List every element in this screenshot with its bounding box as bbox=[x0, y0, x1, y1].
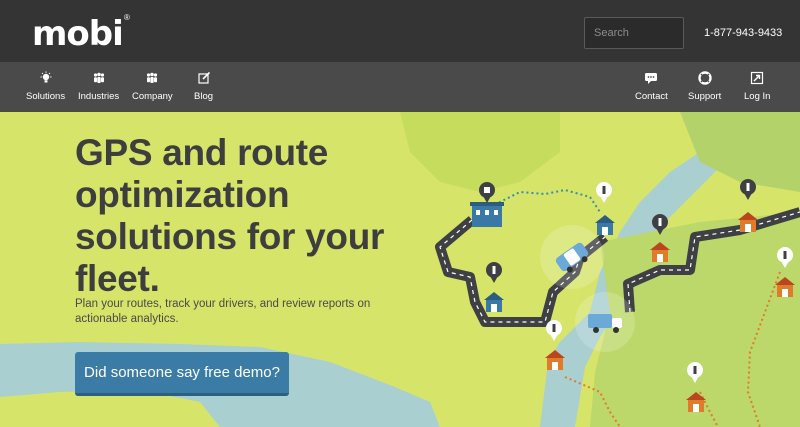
nav-item-company[interactable]: Company bbox=[132, 62, 173, 112]
top-bar: mobi ® 1-877-943-9433 bbox=[0, 0, 800, 62]
building-icon bbox=[470, 202, 504, 227]
lightbulb-icon bbox=[40, 71, 52, 83]
hero-section: GPS and route optimization solutions for… bbox=[0, 112, 800, 427]
nav-item-contact[interactable]: Contact bbox=[635, 62, 668, 112]
login-icon bbox=[751, 71, 764, 85]
logo-text: mobi bbox=[32, 14, 124, 54]
logo-trademark: ® bbox=[124, 13, 130, 22]
hero-headline: GPS and route optimization solutions for… bbox=[75, 132, 385, 299]
nav-item-blog[interactable]: Blog bbox=[194, 62, 213, 112]
main-nav: Solutions Industries Company Blog Contac… bbox=[0, 62, 800, 112]
mobi-logo[interactable]: mobi ® bbox=[14, 8, 130, 54]
nav-label: Contact bbox=[635, 91, 668, 102]
nav-item-login[interactable]: Log In bbox=[744, 62, 770, 112]
nav-item-industries[interactable]: Industries bbox=[78, 62, 119, 112]
lifebuoy-icon bbox=[697, 71, 712, 85]
chat-icon bbox=[645, 73, 658, 84]
nav-label: Blog bbox=[194, 91, 214, 102]
nav-label: Support bbox=[688, 91, 722, 102]
nav-label: Log In bbox=[744, 91, 771, 102]
nav-label: Solutions bbox=[26, 91, 66, 102]
nav-label: Company bbox=[132, 91, 173, 102]
nav-item-support[interactable]: Support bbox=[688, 62, 721, 112]
nav-label: Industries bbox=[78, 91, 120, 102]
people-icon bbox=[93, 72, 104, 83]
team-icon bbox=[147, 72, 158, 83]
hero-subtext: Plan your routes, track your drivers, an… bbox=[75, 298, 371, 325]
nav-item-solutions[interactable]: Solutions bbox=[26, 62, 65, 112]
phone-number[interactable]: 1-877-943-9433 bbox=[704, 27, 782, 39]
search-input[interactable] bbox=[584, 17, 684, 49]
edit-icon bbox=[197, 71, 210, 84]
free-demo-button[interactable]: Did someone say free demo? bbox=[75, 352, 289, 396]
